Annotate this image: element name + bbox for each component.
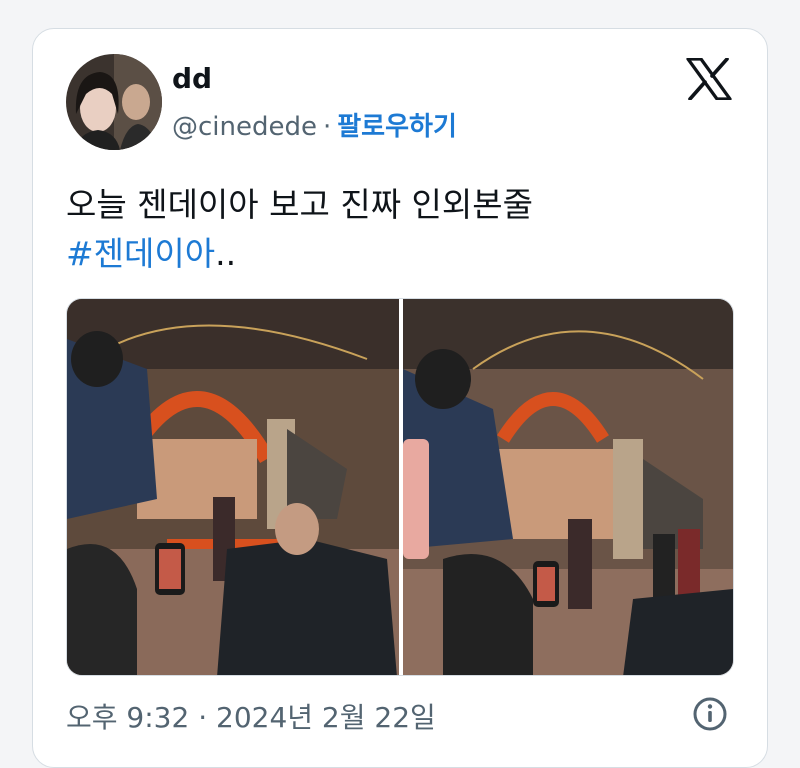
tweet-text: 오늘 젠데이아 보고 진짜 인외본줄 #젠데이아.. bbox=[66, 180, 533, 278]
separator-dot: · bbox=[323, 112, 332, 142]
photo-2[interactable] bbox=[403, 299, 733, 675]
avatar[interactable] bbox=[66, 54, 162, 150]
photo-1[interactable] bbox=[67, 299, 399, 675]
author-meta: @cinedede · 팔로우하기 bbox=[172, 106, 457, 143]
info-icon[interactable] bbox=[692, 696, 728, 732]
tweet-timestamp[interactable]: 오후 9:32 · 2024년 2월 22일 bbox=[66, 696, 436, 736]
x-logo-icon[interactable] bbox=[686, 57, 732, 101]
follow-button[interactable]: 팔로우하기 bbox=[337, 112, 457, 142]
tweet-text-line: 오늘 젠데이아 보고 진짜 인외본줄 bbox=[66, 185, 533, 224]
author-name[interactable]: dd bbox=[172, 62, 212, 95]
media-grid bbox=[66, 298, 734, 676]
author-handle[interactable]: @cinedede bbox=[172, 112, 317, 142]
hashtag-link[interactable]: #젠데이아 bbox=[66, 234, 215, 273]
tweet-text-suffix: .. bbox=[215, 234, 237, 273]
